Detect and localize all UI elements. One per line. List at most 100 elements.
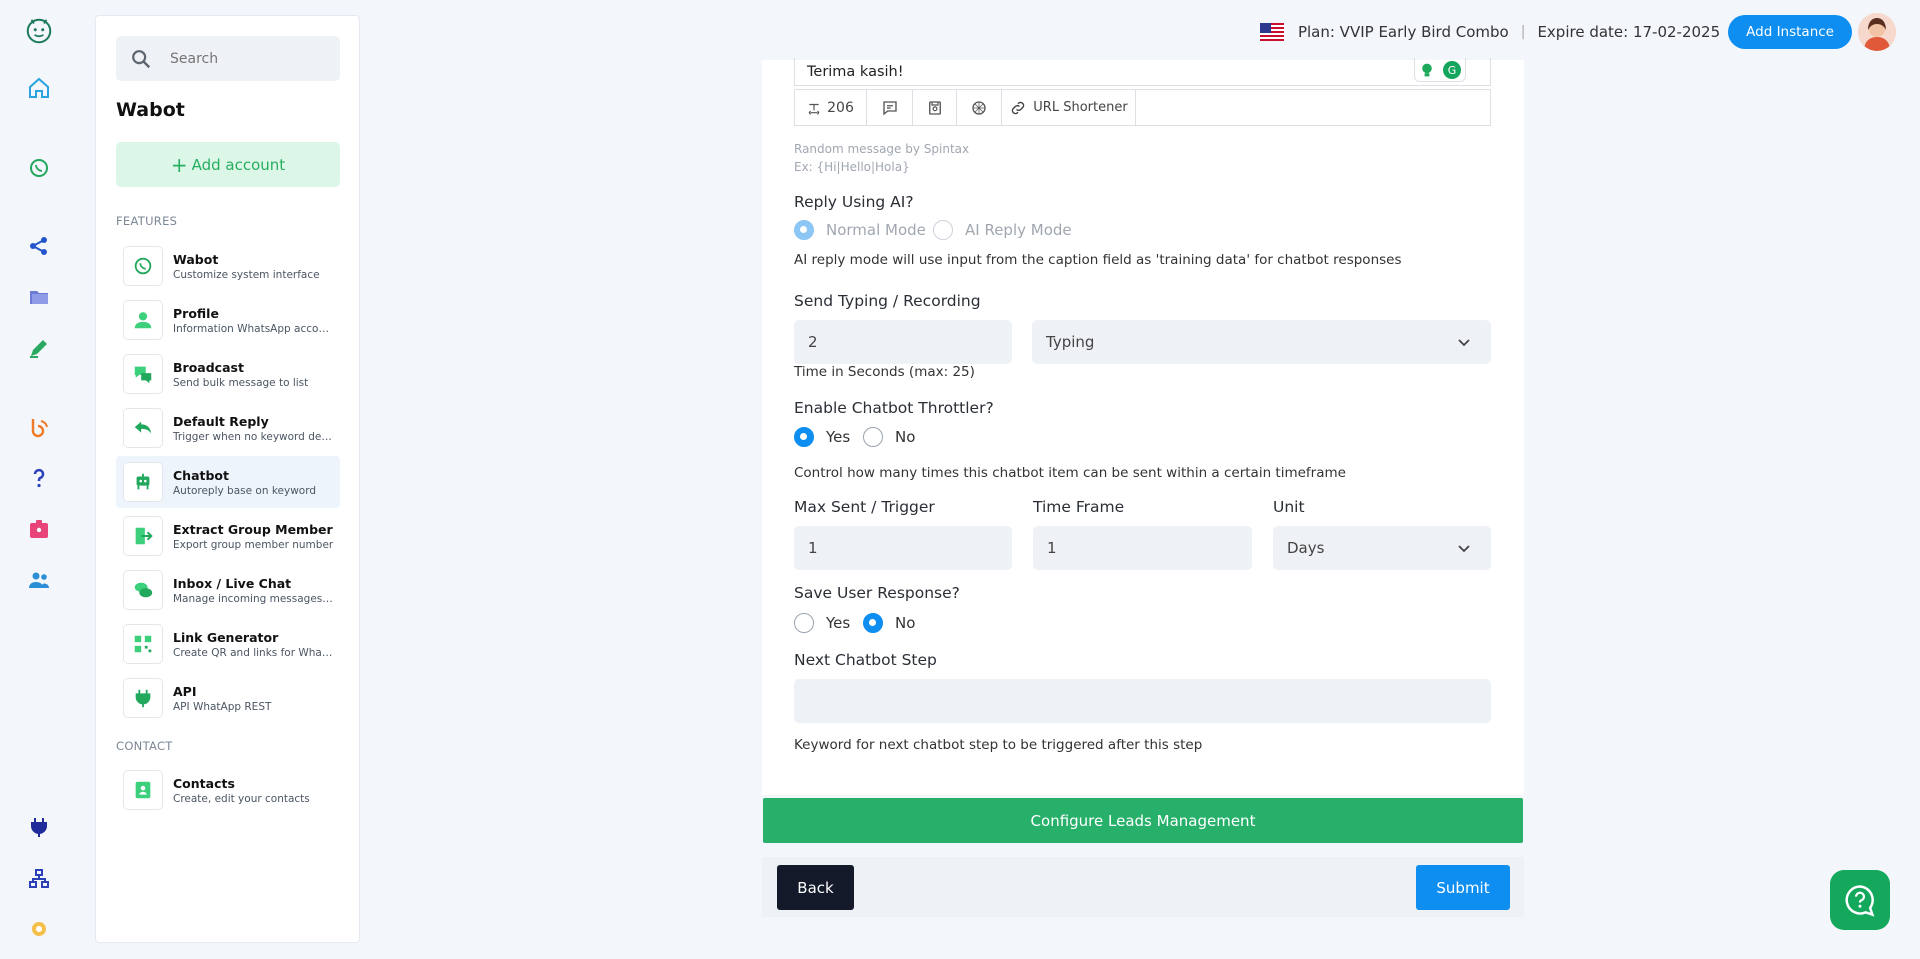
- max-sent-input[interactable]: 1: [794, 526, 1012, 570]
- spintax-example: Ex: {Hi|Hello|Hola}: [794, 160, 910, 174]
- normal-mode-label: Normal Mode: [826, 221, 926, 239]
- sitemap-icon[interactable]: [24, 864, 54, 894]
- ai-mode-radio[interactable]: AI Reply Mode: [933, 220, 1072, 240]
- unit-select[interactable]: Days: [1273, 526, 1491, 570]
- sidebar-item-desc: Trigger when no keyword detected: [173, 430, 335, 443]
- next-step-input[interactable]: [794, 679, 1491, 723]
- openai-icon: [972, 100, 986, 115]
- throttler-yes-label: Yes: [826, 428, 851, 446]
- throttler-yes-radio[interactable]: Yes: [794, 427, 850, 447]
- sidebar-item-desc: Send bulk message to list: [173, 376, 309, 389]
- sidebar-item-broadcast[interactable]: Broadcast Send bulk message to list: [116, 348, 340, 400]
- contact-book-icon: [123, 770, 163, 810]
- text-width-icon: [808, 103, 820, 115]
- sidebar-item-inbox[interactable]: Inbox / Live Chat Manage incoming message…: [116, 564, 340, 616]
- robot-icon: [123, 462, 163, 502]
- max-sent-label: Max Sent / Trigger: [794, 498, 935, 516]
- comment-button[interactable]: [867, 90, 913, 125]
- bulb-icon[interactable]: [1419, 62, 1435, 78]
- message-text: Terima kasih!: [807, 64, 904, 80]
- comments-icon: [123, 570, 163, 610]
- logo-icon[interactable]: [24, 16, 54, 46]
- id-card-icon[interactable]: [24, 514, 54, 544]
- add-instance-button[interactable]: Add Instance: [1728, 15, 1852, 49]
- whatsapp-icon[interactable]: [24, 153, 54, 183]
- reply-icon: [123, 408, 163, 448]
- share-icon[interactable]: [24, 231, 54, 261]
- grammarly-icon[interactable]: G: [1442, 60, 1462, 80]
- sidebar-item-desc: Manage incoming messages and chats: [173, 592, 335, 605]
- url-shortener-label: URL Shortener: [1033, 100, 1128, 115]
- sidebar-item-desc: Customize system interface: [173, 268, 320, 281]
- sidebar-item-label: Link Generator: [173, 629, 279, 645]
- typing-seconds-input[interactable]: 2: [794, 320, 1012, 364]
- save-response-no-radio[interactable]: No: [863, 613, 915, 633]
- sidebar-item-api[interactable]: API API WhatApp REST: [116, 672, 340, 724]
- sidebar-item-default-reply[interactable]: Default Reply Trigger when no keyword det…: [116, 402, 340, 454]
- sidebar-item-contacts[interactable]: Contacts Create, edit your contacts: [116, 764, 340, 816]
- reply-ai-label: Reply Using AI?: [794, 193, 914, 211]
- sidebar-item-extract-group[interactable]: Extract Group Member Export group member …: [116, 510, 340, 562]
- time-frame-label: Time Frame: [1033, 498, 1125, 516]
- home-icon[interactable]: [24, 73, 54, 103]
- unit-label: Unit: [1273, 498, 1305, 516]
- message-toolbar: 206 URL Shortener: [794, 89, 1491, 126]
- search-input[interactable]: [170, 50, 320, 67]
- configure-leads-button[interactable]: Configure Leads Management: [763, 798, 1523, 843]
- avatar[interactable]: [1858, 13, 1896, 51]
- submit-button[interactable]: Submit: [1416, 865, 1510, 910]
- sidebar-item-desc: Export group member number: [173, 538, 334, 551]
- svg-text:G: G: [1447, 64, 1456, 77]
- typing-type-select[interactable]: Typing: [1032, 320, 1491, 364]
- us-flag-icon[interactable]: [1259, 23, 1284, 41]
- settings-icon[interactable]: [24, 914, 54, 944]
- url-shortener-button[interactable]: URL Shortener: [1002, 90, 1136, 125]
- ai-note: AI reply mode will use input from the ca…: [794, 252, 1402, 268]
- save-response-no-label: No: [895, 614, 916, 632]
- typing-type-value: Typing: [1046, 333, 1095, 351]
- header-separator: |: [1520, 24, 1526, 40]
- users-icon[interactable]: [24, 565, 54, 595]
- icon-rail: [0, 0, 78, 959]
- sidebar-item-link-generator[interactable]: Link Generator Create QR and links for Wh…: [116, 618, 340, 670]
- unit-value: Days: [1287, 539, 1325, 557]
- blog-icon[interactable]: [24, 412, 54, 442]
- sidebar-item-label: Chatbot: [173, 467, 229, 483]
- help-chat-icon: [1845, 885, 1875, 917]
- chatbot-form: Terima kasih! G 206 URL Shortener Random…: [762, 58, 1524, 795]
- features-section-label: FEATURES: [116, 214, 178, 228]
- normal-mode-radio[interactable]: Normal Mode: [794, 220, 926, 240]
- comment-icon: [882, 100, 897, 115]
- search-icon: [132, 49, 151, 68]
- help-icon[interactable]: [24, 463, 54, 493]
- add-account-label: Add account: [191, 155, 286, 174]
- whatsapp-icon: [123, 246, 163, 286]
- message-textarea[interactable]: Terima kasih! G: [794, 58, 1491, 86]
- user-icon: [123, 300, 163, 340]
- typing-seconds-value: 2: [808, 333, 818, 351]
- expire-date: Expire date: 17-02-2025: [1537, 23, 1721, 41]
- sidebar-title: Wabot: [116, 99, 185, 121]
- sidebar-item-wabot[interactable]: Wabot Customize system interface: [116, 240, 340, 292]
- time-frame-input[interactable]: 1: [1033, 526, 1252, 570]
- plug-icon[interactable]: [24, 812, 54, 842]
- openai-button[interactable]: [957, 90, 1002, 125]
- edit-icon[interactable]: [24, 333, 54, 363]
- folder-icon[interactable]: [24, 282, 54, 312]
- save-icon: [928, 100, 941, 115]
- back-button[interactable]: Back: [777, 865, 854, 910]
- sidebar-item-label: Wabot: [173, 251, 219, 267]
- support-chat-button[interactable]: [1830, 870, 1890, 930]
- add-account-button[interactable]: + Add account: [116, 142, 340, 187]
- save-template-button[interactable]: [913, 90, 957, 125]
- char-count: 206: [827, 99, 854, 116]
- throttler-no-label: No: [895, 428, 916, 446]
- save-response-yes-radio[interactable]: Yes: [794, 613, 850, 633]
- sidebar-item-chatbot[interactable]: Chatbot Autoreply base on keyword: [116, 456, 340, 508]
- sidebar-item-label: Default Reply: [173, 413, 269, 429]
- sidebar-item-label: Broadcast: [173, 359, 244, 375]
- max-sent-value: 1: [808, 539, 818, 557]
- sidebar-item-profile[interactable]: Profile Information WhatsApp account: [116, 294, 340, 346]
- sidebar-item-desc: Create, edit your contacts: [173, 792, 310, 805]
- throttler-no-radio[interactable]: No: [863, 427, 915, 447]
